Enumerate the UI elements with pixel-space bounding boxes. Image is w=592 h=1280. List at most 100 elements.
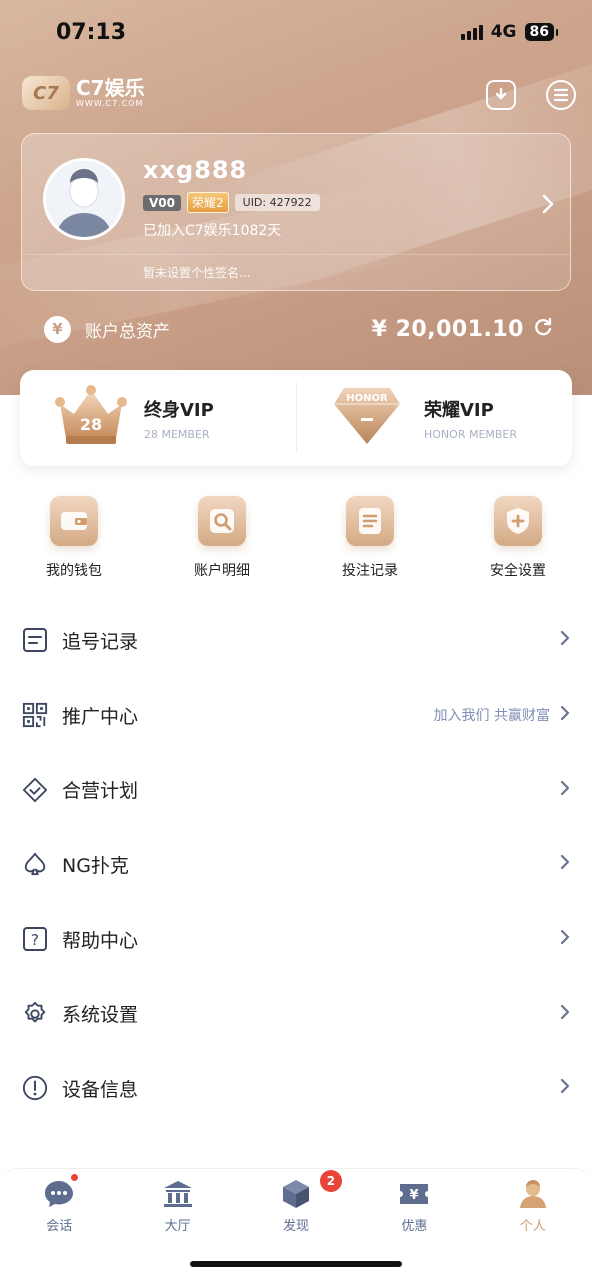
brand-url: WWW.C7.COM <box>76 99 144 108</box>
gear-icon <box>22 1001 48 1027</box>
menu-chase-records[interactable]: 追号记录 <box>0 603 592 678</box>
settings-menu: 追号记录 推广中心 加入我们 共赢财富 合营计划 NG扑克 ? 帮助中心 系统设… <box>0 603 592 1126</box>
menu-label: 设备信息 <box>62 1078 139 1101</box>
lifetime-vip-title: 终身VIP <box>144 399 214 421</box>
quick-account-detail[interactable]: 账户明细 <box>148 496 296 580</box>
tab-lobby-label: 大厅 <box>164 1219 191 1234</box>
username: xxg888 <box>143 156 248 184</box>
svg-text:¥: ¥ <box>410 1188 419 1203</box>
coupon-icon: ¥ <box>396 1177 432 1211</box>
honor-vip-subtitle: HONOR MEMBER <box>424 427 518 441</box>
signal-icon <box>460 24 483 40</box>
chevron-right-icon <box>560 1004 570 1024</box>
document-icon <box>346 496 394 546</box>
info-icon <box>22 1075 48 1101</box>
chevron-right-icon <box>560 780 570 800</box>
joined-days: 已加入C7娱乐1082天 <box>143 223 282 239</box>
tab-chat[interactable]: 会话 <box>0 1173 118 1234</box>
quick-account-detail-label: 账户明细 <box>194 563 250 579</box>
assets-value: ¥ 20,001.10 <box>371 316 524 342</box>
uid-badge: UID: 427922 <box>234 194 320 211</box>
lifetime-vip-subtitle: 28 MEMBER <box>144 427 210 441</box>
list-icon <box>22 627 48 653</box>
menu-ng-poker[interactable]: NG扑克 <box>0 827 592 902</box>
honor-vip-badge: HONOR <box>346 393 388 404</box>
logo-mark: C7 <box>22 76 70 110</box>
user-icon <box>515 1177 551 1211</box>
refresh-icon[interactable] <box>532 316 554 342</box>
quick-bet-records[interactable]: 投注记录 <box>296 496 444 580</box>
download-icon[interactable] <box>486 80 516 110</box>
wallet-icon <box>50 496 98 546</box>
lifetime-vip-badge: 28 <box>80 415 102 434</box>
total-assets-row: ¥ 账户总资产 ¥ 20,001.10 <box>44 314 554 344</box>
signature[interactable]: 暂未设置个性签名... <box>143 264 250 281</box>
quick-actions: 我的钱包 账户明细 投注记录 安全设置 <box>0 496 592 580</box>
honor-vip[interactable]: HONOR 荣耀VIP HONOR MEMBER <box>296 370 572 466</box>
lifetime-vip[interactable]: 28 终身VIP 28 MEMBER <box>20 370 296 466</box>
tab-profile-label: 个人 <box>519 1219 546 1234</box>
tab-discover-label: 发现 <box>282 1219 309 1234</box>
badges: V00 荣耀2 UID: 427922 <box>143 192 320 213</box>
vip-card: 28 终身VIP 28 MEMBER HONOR 荣耀VIP HONOR MEM… <box>20 370 572 466</box>
profile-card[interactable]: xxg888 V00 荣耀2 UID: 427922 已加入C7娱乐1082天 … <box>21 133 571 291</box>
chevron-right-icon <box>560 854 570 874</box>
chat-icon <box>41 1173 80 1211</box>
status-time: 07:13 <box>56 20 127 45</box>
chevron-right-icon[interactable] <box>542 194 554 218</box>
honor-badge: 荣耀2 <box>187 192 229 213</box>
status-indicators: 4G 86 <box>460 22 559 42</box>
tab-offers[interactable]: ¥ 优惠 <box>355 1177 473 1234</box>
quick-wallet-label: 我的钱包 <box>46 563 102 579</box>
avatar[interactable] <box>43 158 125 240</box>
spade-icon <box>22 851 48 877</box>
discover-badge: 2 <box>319 1170 342 1192</box>
home-indicator <box>190 1261 402 1267</box>
assets-label: 账户总资产 <box>85 321 170 342</box>
chevron-right-icon <box>560 630 570 650</box>
yen-icon: ¥ <box>44 315 71 343</box>
search-icon <box>198 496 246 546</box>
vip-level-badge: V00 <box>143 194 181 211</box>
menu-label: 推广中心 <box>62 705 139 728</box>
menu-label: 合营计划 <box>62 780 139 803</box>
quick-bet-records-label: 投注记录 <box>342 563 398 579</box>
brand-logo: C7 C7娱乐 WWW.C7.COM <box>22 76 145 110</box>
menu-label: NG扑克 <box>62 854 129 877</box>
menu-hint: 加入我们 共赢财富 <box>433 708 550 725</box>
tab-discover[interactable]: 2 发现 <box>237 1170 355 1234</box>
tab-offers-label: 优惠 <box>401 1219 428 1234</box>
quick-security[interactable]: 安全设置 <box>444 496 592 580</box>
tab-lobby[interactable]: 大厅 <box>118 1177 236 1234</box>
battery-icon: 86 <box>524 23 559 41</box>
menu-help-center[interactable]: ? 帮助中心 <box>0 902 592 977</box>
shield-icon <box>494 496 542 546</box>
menu-label: 系统设置 <box>62 1004 139 1027</box>
crown-icon: 28 <box>54 384 128 450</box>
signature-divider <box>22 254 570 290</box>
menu-device-info[interactable]: 设备信息 <box>0 1051 592 1126</box>
menu-label: 帮助中心 <box>62 929 139 952</box>
tab-chat-label: 会话 <box>46 1219 73 1234</box>
menu-system-settings[interactable]: 系统设置 <box>0 976 592 1051</box>
svg-text:?: ? <box>31 931 39 949</box>
qr-code-icon <box>22 702 48 728</box>
handshake-icon <box>22 777 48 803</box>
honor-diamond-icon: HONOR <box>332 384 402 452</box>
cube-icon: 2 <box>278 1170 342 1211</box>
unread-dot <box>70 1173 80 1182</box>
brand-name: C7娱乐 <box>76 76 145 100</box>
menu-joint-venture[interactable]: 合营计划 <box>0 752 592 827</box>
network-type: 4G <box>490 22 517 42</box>
quick-wallet[interactable]: 我的钱包 <box>0 496 148 580</box>
honor-vip-title: 荣耀VIP <box>424 399 494 421</box>
chevron-right-icon <box>560 1078 570 1098</box>
bank-icon <box>160 1177 196 1211</box>
menu-icon[interactable] <box>546 80 576 110</box>
quick-security-label: 安全设置 <box>490 563 546 579</box>
help-icon: ? <box>22 926 48 952</box>
tab-profile[interactable]: 个人 <box>474 1177 592 1234</box>
chevron-right-icon <box>560 929 570 949</box>
chevron-right-icon <box>560 705 570 725</box>
menu-promotion-center[interactable]: 推广中心 加入我们 共赢财富 <box>0 678 592 753</box>
